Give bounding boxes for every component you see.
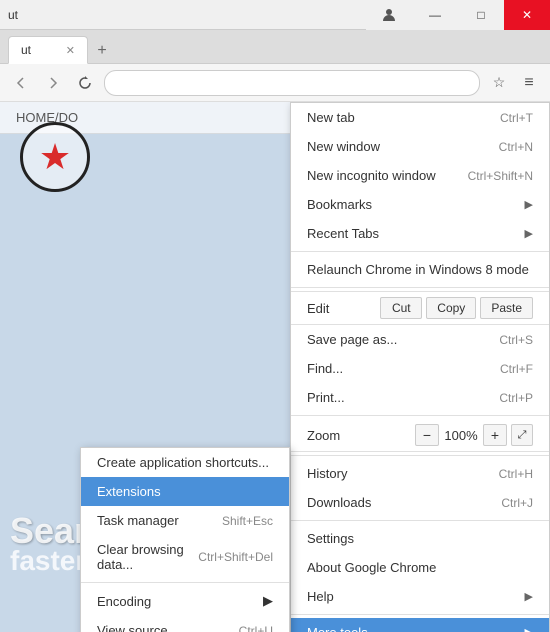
tab-bar: ut ✕ +	[0, 30, 550, 64]
paste-button[interactable]: Paste	[480, 297, 533, 319]
menu-item-relaunch[interactable]: Relaunch Chrome in Windows 8 mode	[291, 255, 549, 284]
maximize-button[interactable]: □	[458, 0, 504, 30]
more-tools-divider	[81, 582, 289, 583]
more-tools-task-manager[interactable]: Task manager Shift+Esc	[81, 506, 289, 535]
zoom-value: 100%	[443, 428, 479, 443]
window-controls: — □ ✕	[366, 0, 550, 30]
tab-label: ut	[21, 43, 31, 57]
back-button[interactable]	[8, 70, 34, 96]
more-tools-view-source[interactable]: View source Ctrl+U	[81, 616, 289, 632]
toolbar-icons: ☆ ≡	[486, 70, 542, 96]
menu-item-history[interactable]: History Ctrl+H	[291, 459, 549, 488]
menu-item-about-chrome[interactable]: About Google Chrome	[291, 553, 549, 582]
user-button[interactable]	[366, 0, 412, 30]
menu-item-find[interactable]: Find... Ctrl+F	[291, 354, 549, 383]
more-tools-clear-browsing[interactable]: Clear browsing data... Ctrl+Shift+Del	[81, 535, 289, 579]
tab-close-button[interactable]: ✕	[66, 44, 75, 57]
zoom-fullscreen-button[interactable]: ⤢	[511, 424, 533, 446]
bookmark-icon[interactable]: ☆	[486, 70, 512, 96]
zoom-row: Zoom − 100% + ⤢	[291, 419, 549, 452]
cut-button[interactable]: Cut	[380, 297, 422, 319]
refresh-button[interactable]	[72, 70, 98, 96]
address-bar: ☆ ≡	[0, 64, 550, 102]
menu-divider-2	[291, 287, 549, 288]
menu-divider-1	[291, 251, 549, 252]
chrome-menu: New tab Ctrl+T New window Ctrl+N New inc…	[290, 102, 550, 632]
menu-item-print[interactable]: Print... Ctrl+P	[291, 383, 549, 412]
titlebar: ut — □ ✕	[0, 0, 550, 30]
more-tools-menu: Create application shortcuts... Extensio…	[80, 447, 290, 632]
menu-item-more-tools[interactable]: More tools ▶	[291, 618, 549, 632]
new-tab-button[interactable]: +	[88, 39, 116, 63]
forward-button[interactable]	[40, 70, 66, 96]
zoom-minus-button[interactable]: −	[415, 424, 439, 446]
menu-divider-3	[291, 415, 549, 416]
more-tools-extensions[interactable]: Extensions	[81, 477, 289, 506]
menu-item-recent-tabs[interactable]: Recent Tabs ▶	[291, 219, 549, 248]
menu-divider-5	[291, 520, 549, 521]
menu-icon[interactable]: ≡	[516, 70, 542, 96]
title-text: ut	[8, 8, 18, 22]
menu-item-help[interactable]: Help ▶	[291, 582, 549, 611]
menu-item-save-page[interactable]: Save page as... Ctrl+S	[291, 325, 549, 354]
close-button[interactable]: ✕	[504, 0, 550, 30]
url-box[interactable]	[104, 70, 480, 96]
minimize-button[interactable]: —	[412, 0, 458, 30]
menu-item-bookmarks[interactable]: Bookmarks ▶	[291, 190, 549, 219]
menu-item-incognito[interactable]: New incognito window Ctrl+Shift+N	[291, 161, 549, 190]
edit-row: Edit Cut Copy Paste	[291, 291, 549, 325]
menu-item-settings[interactable]: Settings	[291, 524, 549, 553]
menu-item-new-window[interactable]: New window Ctrl+N	[291, 132, 549, 161]
more-tools-create-shortcuts[interactable]: Create application shortcuts...	[81, 448, 289, 477]
page-content: HOME/DO ★ Search R faster th hip!! New t…	[0, 102, 550, 632]
menu-item-downloads[interactable]: Downloads Ctrl+J	[291, 488, 549, 517]
more-tools-encoding[interactable]: Encoding ▶	[81, 586, 289, 616]
menu-item-new-tab[interactable]: New tab Ctrl+T	[291, 103, 549, 132]
menu-overlay: New tab Ctrl+T New window Ctrl+N New inc…	[0, 102, 550, 632]
menu-divider-6	[291, 614, 549, 615]
active-tab[interactable]: ut ✕	[8, 36, 88, 64]
zoom-plus-button[interactable]: +	[483, 424, 507, 446]
copy-button[interactable]: Copy	[426, 297, 476, 319]
menu-divider-4	[291, 455, 549, 456]
